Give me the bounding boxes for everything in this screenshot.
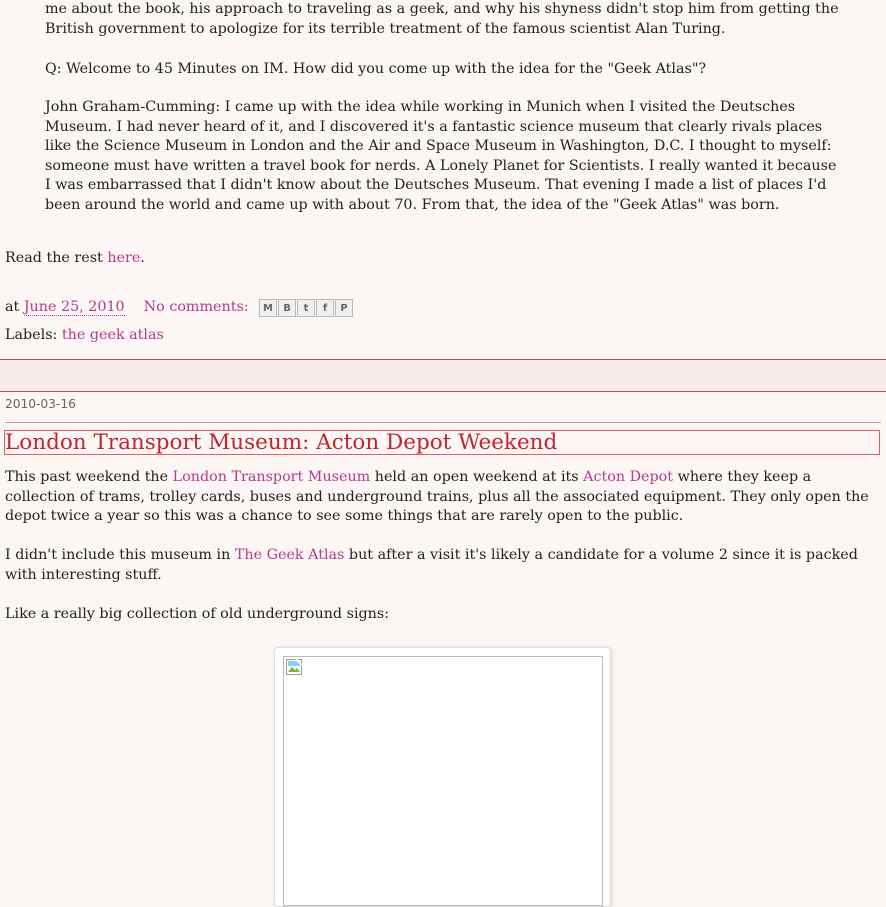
post-intro-tail: me about the book, his approach to trave… — [45, 1, 839, 37]
p2-text-a: I didn't include this museum in — [5, 547, 235, 563]
labels-line: Labels: the geek atlas — [5, 326, 164, 346]
pinterest-icon[interactable]: P — [335, 299, 353, 317]
post-paragraph-3: Like a really big collection of old unde… — [5, 606, 390, 622]
read-rest-link[interactable]: here — [107, 250, 140, 266]
labels-prefix: Labels: — [5, 327, 62, 343]
interview-question: Q: Welcome to 45 Minutes on IM. How did … — [45, 61, 707, 77]
post-footer-line: at June 25, 2010 No comments: — [5, 298, 249, 318]
broken-image-icon — [286, 659, 302, 675]
post-paragraph-1: This past weekend the London Transport M… — [5, 468, 875, 527]
email-icon[interactable]: M — [259, 299, 277, 317]
post-title[interactable]: London Transport Museum: Acton Depot Wee… — [4, 430, 880, 455]
date-divider — [5, 422, 881, 423]
interview-answer: John Graham-Cumming: I came up with the … — [45, 99, 837, 213]
geek-atlas-link[interactable]: The Geek Atlas — [235, 547, 345, 563]
facebook-icon[interactable]: f — [316, 299, 334, 317]
london-transport-museum-link[interactable]: London Transport Museum — [173, 469, 371, 485]
post-image[interactable] — [283, 656, 603, 906]
read-rest-period: . — [140, 250, 145, 266]
post-image-frame[interactable] — [274, 647, 611, 907]
blogger-icon[interactable]: B — [278, 299, 296, 317]
twitter-icon[interactable]: t — [297, 299, 315, 317]
p1-text-a: This past weekend the — [5, 469, 173, 485]
post-paragraph-2: I didn't include this museum in The Geek… — [5, 546, 865, 585]
post-timestamp-link[interactable]: June 25, 2010 — [23, 299, 125, 316]
comments-link[interactable]: No comments: — [144, 299, 249, 315]
p1-text-b: held an open weekend at its — [370, 469, 584, 485]
read-rest-line: Read the rest here. — [5, 249, 145, 269]
post-separator — [0, 359, 886, 392]
post-footer-at: at — [5, 299, 24, 315]
date-header: 2010-03-16 — [5, 397, 76, 411]
share-buttons: M B t f P — [259, 299, 354, 317]
read-rest-text: Read the rest — [5, 250, 108, 266]
acton-depot-link[interactable]: Acton Depot — [583, 469, 673, 485]
label-link[interactable]: the geek atlas — [62, 327, 164, 343]
